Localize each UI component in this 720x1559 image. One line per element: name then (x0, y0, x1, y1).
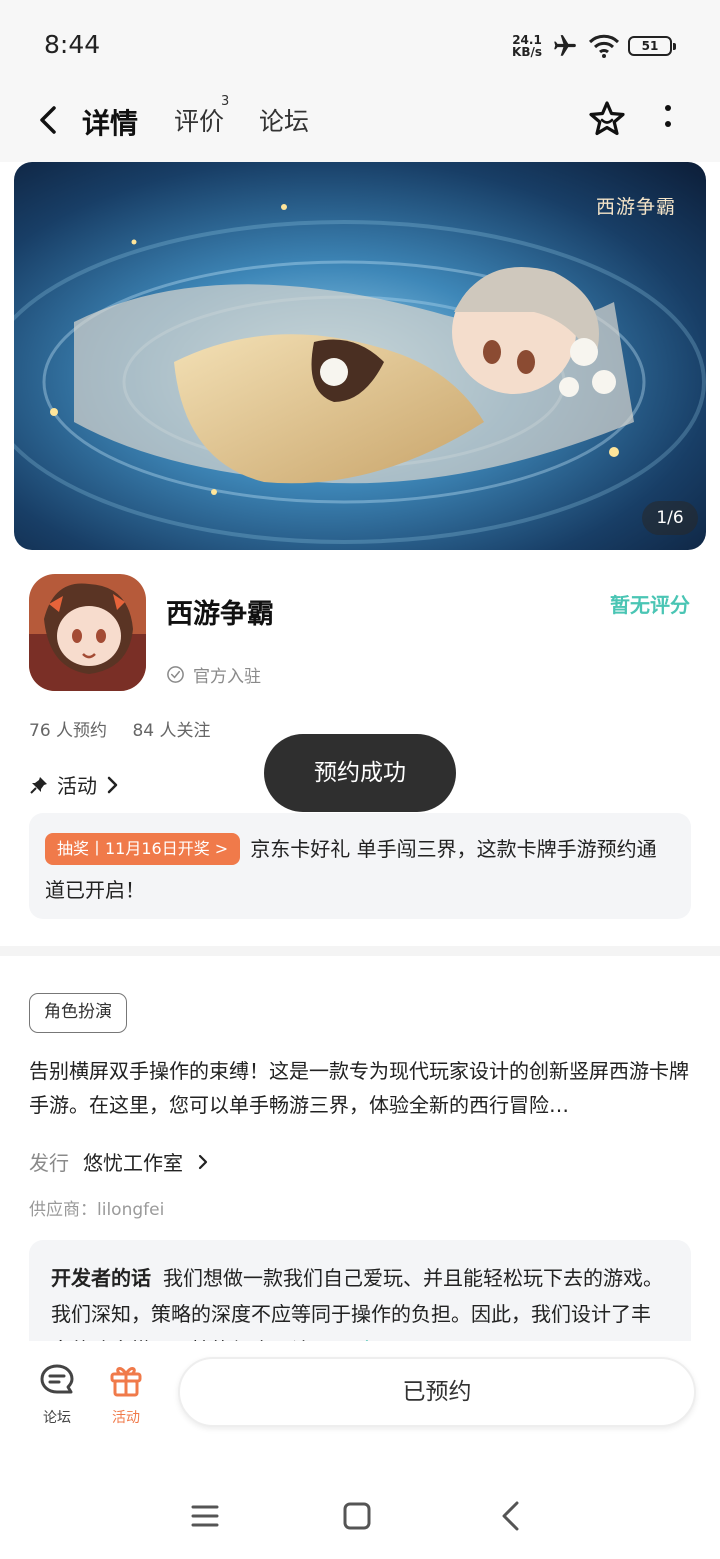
developer-note-card[interactable]: 开发者的话 我们想做一款我们自己爱玩、并且能轻松玩下去的游戏。 我们深知，策略的深… (29, 1240, 691, 1341)
app-stats: 76 人预约 84 人关注 (29, 716, 231, 741)
app-icon-art (29, 574, 146, 691)
activity-header[interactable]: 活动 (29, 770, 119, 799)
chevron-right-icon (107, 776, 118, 793)
home-icon[interactable] (339, 1498, 375, 1534)
forum-label: 论坛 (43, 1410, 71, 1426)
nav-bar: 详情 评价 3 论坛 (0, 90, 720, 162)
supplier-label: 供应商：lilongfei (29, 1200, 165, 1220)
net-speed: 24.1 KB/s (512, 33, 542, 59)
status-time: 8:44 (44, 30, 101, 59)
airplane-icon (554, 35, 576, 56)
activity-card[interactable]: 抽奖丨11月16日开奖 > 京东卡好礼 单手闯三界，这款卡牌手游预约通道已开启！ (29, 813, 691, 919)
tab-review[interactable]: 评价 (174, 102, 224, 138)
battery-icon: 51 (628, 36, 676, 56)
toast-message: 预约成功 (264, 734, 456, 812)
app-icon (29, 574, 146, 691)
review-count-badge: 3 (221, 94, 230, 109)
publisher-label: 发行 (29, 1151, 69, 1175)
star-icon[interactable] (586, 98, 628, 140)
forum-button[interactable]: 论坛 (29, 1361, 85, 1427)
reserved-button[interactable]: 已预约 (178, 1357, 696, 1427)
activity-button[interactable]: 活动 (98, 1361, 154, 1427)
status-bar: 8:44 24.1 KB/s 51 (0, 0, 720, 90)
menu-icon[interactable] (187, 1498, 223, 1534)
section-divider (0, 946, 720, 956)
wifi-icon (588, 34, 620, 58)
follower-count: 84 人关注 (132, 721, 211, 741)
back-icon[interactable] (30, 100, 70, 140)
tab-forum[interactable]: 论坛 (259, 102, 309, 138)
more-icon[interactable] (656, 102, 680, 132)
system-nav-bar (0, 1470, 720, 1559)
publisher-row[interactable]: 发行 悠忧工作室 (29, 1147, 209, 1176)
hero-watermark: 西游争霸 (595, 196, 676, 218)
genre-tag[interactable]: 角色扮演 (29, 993, 127, 1033)
forum-icon (40, 1364, 74, 1394)
official-badge: 官方入驻 (166, 662, 261, 687)
hero-banner[interactable]: 西游争霸 1/6 (14, 162, 706, 550)
verified-check-icon (167, 666, 184, 683)
game-description[interactable]: 告别横屏双手操作的束缚！这是一款专为现代玩家设计的创新竖屏西游卡牌手游。在这里，… (29, 1054, 691, 1122)
app-name: 西游争霸 (166, 599, 274, 630)
rating-label[interactable]: 暂无评分 (610, 589, 690, 618)
publisher-name: 悠忧工作室 (83, 1151, 183, 1175)
pin-icon (30, 776, 47, 794)
hero-illustration (14, 162, 706, 550)
activity-label: 活动 (112, 1410, 140, 1426)
image-counter: 1/6 (642, 501, 698, 535)
reservation-count: 76 人预约 (29, 721, 108, 741)
system-back-icon[interactable] (493, 1498, 529, 1534)
activity-title: 活动 (57, 774, 97, 798)
lottery-tag: 抽奖丨11月16日开奖 > (45, 833, 241, 865)
chevron-right-icon (198, 1154, 208, 1169)
gift-icon (110, 1367, 142, 1397)
bottom-action-bar: 论坛 活动 已预约 (0, 1341, 720, 1441)
developer-note-title: 开发者的话 (51, 1266, 151, 1290)
official-label: 官方入驻 (193, 667, 261, 687)
status-icons: 24.1 KB/s 51 (512, 33, 676, 59)
tab-detail[interactable]: 详情 (79, 102, 141, 142)
